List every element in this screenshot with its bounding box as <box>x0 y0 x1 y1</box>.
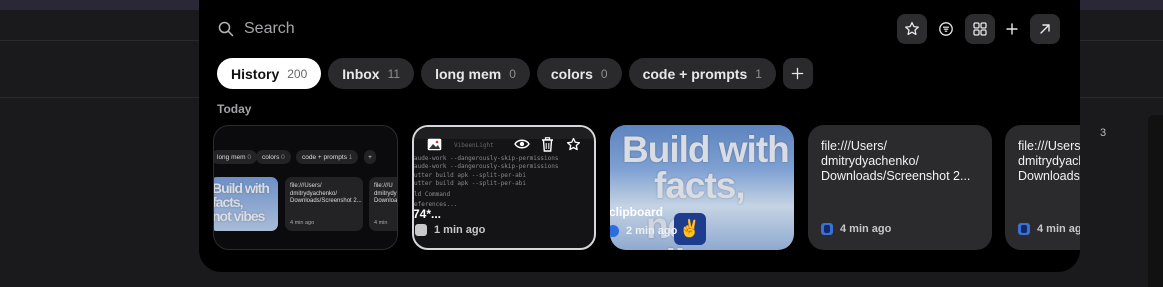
clip-card-text[interactable]: file:///Users/ dmitrydyachenko/ Download… <box>1005 125 1080 250</box>
mini-tab-count: 0 <box>281 153 285 161</box>
card-meta: 1 min ago <box>414 224 485 236</box>
image-type-icon <box>426 136 442 152</box>
mini-tab: code + prompts 1 <box>296 150 359 164</box>
favorites-button[interactable] <box>897 14 927 44</box>
tab-label: code + prompts <box>642 65 748 82</box>
card-time: 4 min ago <box>840 223 892 235</box>
tab-count: 1 <box>755 66 762 81</box>
mini-card-text: file:///U dmitrydy Downloa <box>374 183 398 204</box>
tab-label: Inbox <box>342 65 380 82</box>
card-title: clipboard <box>610 205 664 219</box>
terminal-line: aude-work --dangerously-skip-permissions <box>414 163 559 170</box>
clip-card-selected[interactable]: VibeenLight aude-work --dangerously-skip… <box>412 125 596 250</box>
mini-card-time: 4 min <box>374 220 388 226</box>
grid-icon <box>973 22 987 36</box>
grid-view-button[interactable] <box>965 14 995 44</box>
filter-button[interactable] <box>931 14 961 44</box>
tab-count: 200 <box>287 66 308 81</box>
delete-trash-icon[interactable] <box>539 136 555 152</box>
mini-card-text: file:///Users/ dmitrydyachenko/ Download… <box>290 183 362 204</box>
card-time: 4 min ago <box>1037 223 1080 235</box>
tab-label: colors <box>550 65 593 82</box>
tab-long-mem[interactable]: long mem 0 <box>421 58 530 89</box>
star-icon <box>905 21 919 36</box>
mini-tab-count: 0 <box>247 153 251 161</box>
mini-tab-label: code + prompts <box>302 153 347 161</box>
tab-count: 11 <box>387 66 401 81</box>
terminal-line: ld Command <box>414 191 451 198</box>
image-headline-1: Build with <box>622 129 790 170</box>
peace-hand-icon: ✌ <box>674 213 706 245</box>
card-meta: 2 min ago <box>610 225 677 237</box>
section-label-today: Today <box>217 102 252 116</box>
finder-app-icon <box>821 223 833 235</box>
plus-icon <box>1006 23 1018 35</box>
card-meta: 4 min ago <box>1018 223 1080 235</box>
search-input[interactable] <box>244 18 644 40</box>
add-button[interactable] <box>997 14 1027 44</box>
arrow-up-right-icon <box>1040 24 1050 34</box>
tab-label: History <box>231 65 280 82</box>
mini-tab-label: long mem <box>217 153 246 161</box>
background-panel <box>1148 115 1163 287</box>
tab-inbox[interactable]: Inbox 11 <box>328 58 415 89</box>
terminal-title: VibeenLight <box>454 142 494 149</box>
search-icon <box>218 21 234 37</box>
tab-code-prompts[interactable]: code + prompts 1 <box>628 58 776 89</box>
mini-tab: long mem 0 <box>214 150 257 164</box>
clip-cards: long mem 0 colors 0 code + prompts 1 + B… <box>199 125 1080 250</box>
image-headline-2: facts, <box>654 165 746 206</box>
tab-colors[interactable]: colors 0 <box>536 58 622 89</box>
mini-tab-label: colors <box>262 153 280 161</box>
mini-text-card: file:///Users/ dmitrydyachenko/ Download… <box>285 177 363 231</box>
terminal-line: aude-work --dangerously-skip-permissions <box>414 155 559 162</box>
plus-icon <box>792 67 804 80</box>
card-time: 1 min ago <box>434 224 486 236</box>
terminal-line: utter build apk --split-per-abi <box>414 172 526 179</box>
collection-tabs: History 200 Inbox 11 long mem 0 colors 0… <box>217 58 813 89</box>
tab-count: 0 <box>600 66 608 81</box>
mini-text-card: file:///U dmitrydy Downloa 4 min <box>369 177 398 231</box>
mini-add-icon: + <box>364 150 376 164</box>
clip-card-image[interactable]: Build with facts, not vibes ✌ clipboard … <box>610 125 794 250</box>
card-text: file:///Users/ dmitrydyachenko/ Download… <box>1018 139 1080 183</box>
favorite-star-icon[interactable] <box>565 136 581 152</box>
mini-headline: Build with facts, not vibes <box>213 180 270 224</box>
open-window-button[interactable] <box>1030 14 1060 44</box>
search-row <box>199 10 1080 48</box>
clip-card-screenshot[interactable]: long mem 0 colors 0 code + prompts 1 + B… <box>213 125 398 250</box>
app-icon <box>415 224 427 236</box>
mini-card-time: 4 min ago <box>290 220 315 226</box>
app-icon <box>610 225 619 237</box>
card-title: 74*... <box>413 207 442 221</box>
background-count: 3 <box>1100 127 1107 139</box>
tab-count: 0 <box>509 66 516 81</box>
preview-eye-icon[interactable] <box>514 136 530 152</box>
card-text: file:///Users/ dmitrydyachenko/ Download… <box>821 139 971 183</box>
clip-card-text[interactable]: file:///Users/ dmitrydyachenko/ Download… <box>808 125 992 250</box>
mini-image-card: Build with facts, not vibes <box>213 177 278 231</box>
finder-app-icon <box>1018 223 1030 235</box>
card-meta: 4 min ago <box>821 223 891 235</box>
card-time: 2 min ago <box>626 225 678 237</box>
mini-tab-count: 1 <box>348 153 353 161</box>
tab-history[interactable]: History 200 <box>217 58 322 89</box>
clipboard-panel: History 200 Inbox 11 long mem 0 colors 0… <box>199 0 1080 272</box>
terminal-line: utter build apk --split-per-abi <box>414 180 526 187</box>
filter-icon <box>939 22 953 36</box>
mini-tab: colors 0 <box>256 150 291 164</box>
add-collection-button[interactable] <box>782 58 813 89</box>
tab-label: long mem <box>435 65 502 82</box>
